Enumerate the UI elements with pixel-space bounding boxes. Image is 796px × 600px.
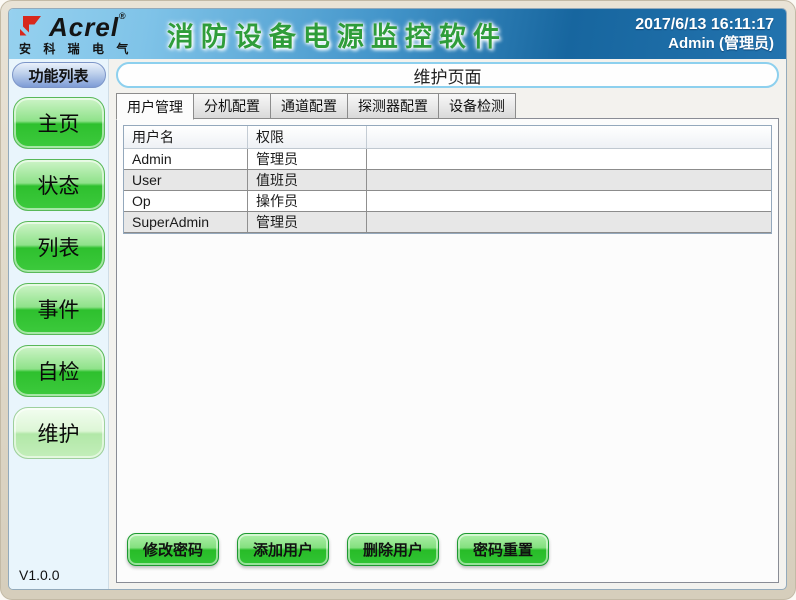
add-user-button[interactable]: 添加用户 [237,533,329,566]
username-cell: Op [124,191,248,211]
permission-cell: 管理员 [248,149,367,169]
tab-user-management[interactable]: 用户管理 [116,93,194,120]
sidebar-item-maintenance[interactable]: 维护 [12,407,105,459]
table-row[interactable]: User 值班员 [124,170,771,191]
main-area: 维护页面 用户管理 分机配置 通道配置 探测器配置 设备检测 用户名 权限 Ad… [109,59,786,589]
sidebar-header: 功能列表 [11,62,106,88]
permission-cell: 值班员 [248,170,367,190]
change-password-button[interactable]: 修改密码 [127,533,219,566]
brand-name: Acrel [49,12,120,42]
table-row[interactable]: Admin 管理员 [124,149,771,170]
acrel-logo: Acrel ® 安 科 瑞 电 气 [19,11,133,56]
permission-cell: 管理员 [248,212,367,232]
table-row[interactable]: SuperAdmin 管理员 [124,212,771,233]
empty-cell [367,170,771,190]
registered-mark: ® [119,11,126,21]
app-title: 消防设备电源监控软件 [166,21,507,52]
tab-extension-config[interactable]: 分机配置 [193,93,271,119]
empty-cell [367,191,771,211]
column-header-empty [367,126,771,148]
tab-detector-config[interactable]: 探测器配置 [347,93,439,119]
header-info: 2017/6/13 16:11:17 Admin (管理员) [635,15,774,54]
brand-subtitle: 安 科 瑞 电 气 [19,42,133,56]
app-window: Acrel ® 安 科 瑞 电 气 消防设备电源监控软件 2017/6/13 1… [8,8,787,590]
sidebar-item-events[interactable]: 事件 [12,283,105,335]
table-header-row: 用户名 权限 [124,126,771,149]
version-label: V1.0.0 [19,567,60,583]
empty-cell [367,212,771,232]
app-header: Acrel ® 安 科 瑞 电 气 消防设备电源监控软件 2017/6/13 1… [9,9,786,59]
tab-page-panel: 用户名 权限 Admin 管理员 User 值班员 Op 操作员 SuperAd… [116,118,779,583]
delete-user-button[interactable]: 删除用户 [347,533,439,566]
acrel-logo-icon [19,15,45,41]
tab-bar: 用户管理 分机配置 通道配置 探测器配置 设备检测 [116,93,779,120]
sidebar: 功能列表 主页 状态 列表 事件 自检 维护 V1.0.0 [9,59,109,589]
table-row[interactable]: Op 操作员 [124,191,771,212]
column-header-permission: 权限 [248,126,367,148]
brand-row: Acrel ® [19,11,133,42]
sidebar-item-status[interactable]: 状态 [12,159,105,211]
permission-cell: 操作员 [248,191,367,211]
tab-channel-config[interactable]: 通道配置 [270,93,348,119]
datetime-label: 2017/6/13 16:11:17 [635,15,774,33]
body-row: 功能列表 主页 状态 列表 事件 自检 维护 V1.0.0 维护页面 用户管理 … [9,59,786,589]
tab-device-check[interactable]: 设备检测 [438,93,516,119]
logged-in-user-label: Admin (管理员) [668,34,774,52]
username-cell: User [124,170,248,190]
column-header-username: 用户名 [124,126,248,148]
empty-cell [367,149,771,169]
user-table: 用户名 权限 Admin 管理员 User 值班员 Op 操作员 SuperAd… [123,125,772,234]
username-cell: SuperAdmin [124,212,248,232]
reset-password-button[interactable]: 密码重置 [457,533,549,566]
window-frame: Acrel ® 安 科 瑞 电 气 消防设备电源监控软件 2017/6/13 1… [0,0,796,600]
sidebar-item-home[interactable]: 主页 [12,97,105,149]
sidebar-item-selfcheck[interactable]: 自检 [12,345,105,397]
sidebar-item-list[interactable]: 列表 [12,221,105,273]
action-button-row: 修改密码 添加用户 删除用户 密码重置 [117,533,778,582]
page-title: 维护页面 [116,62,779,88]
username-cell: Admin [124,149,248,169]
